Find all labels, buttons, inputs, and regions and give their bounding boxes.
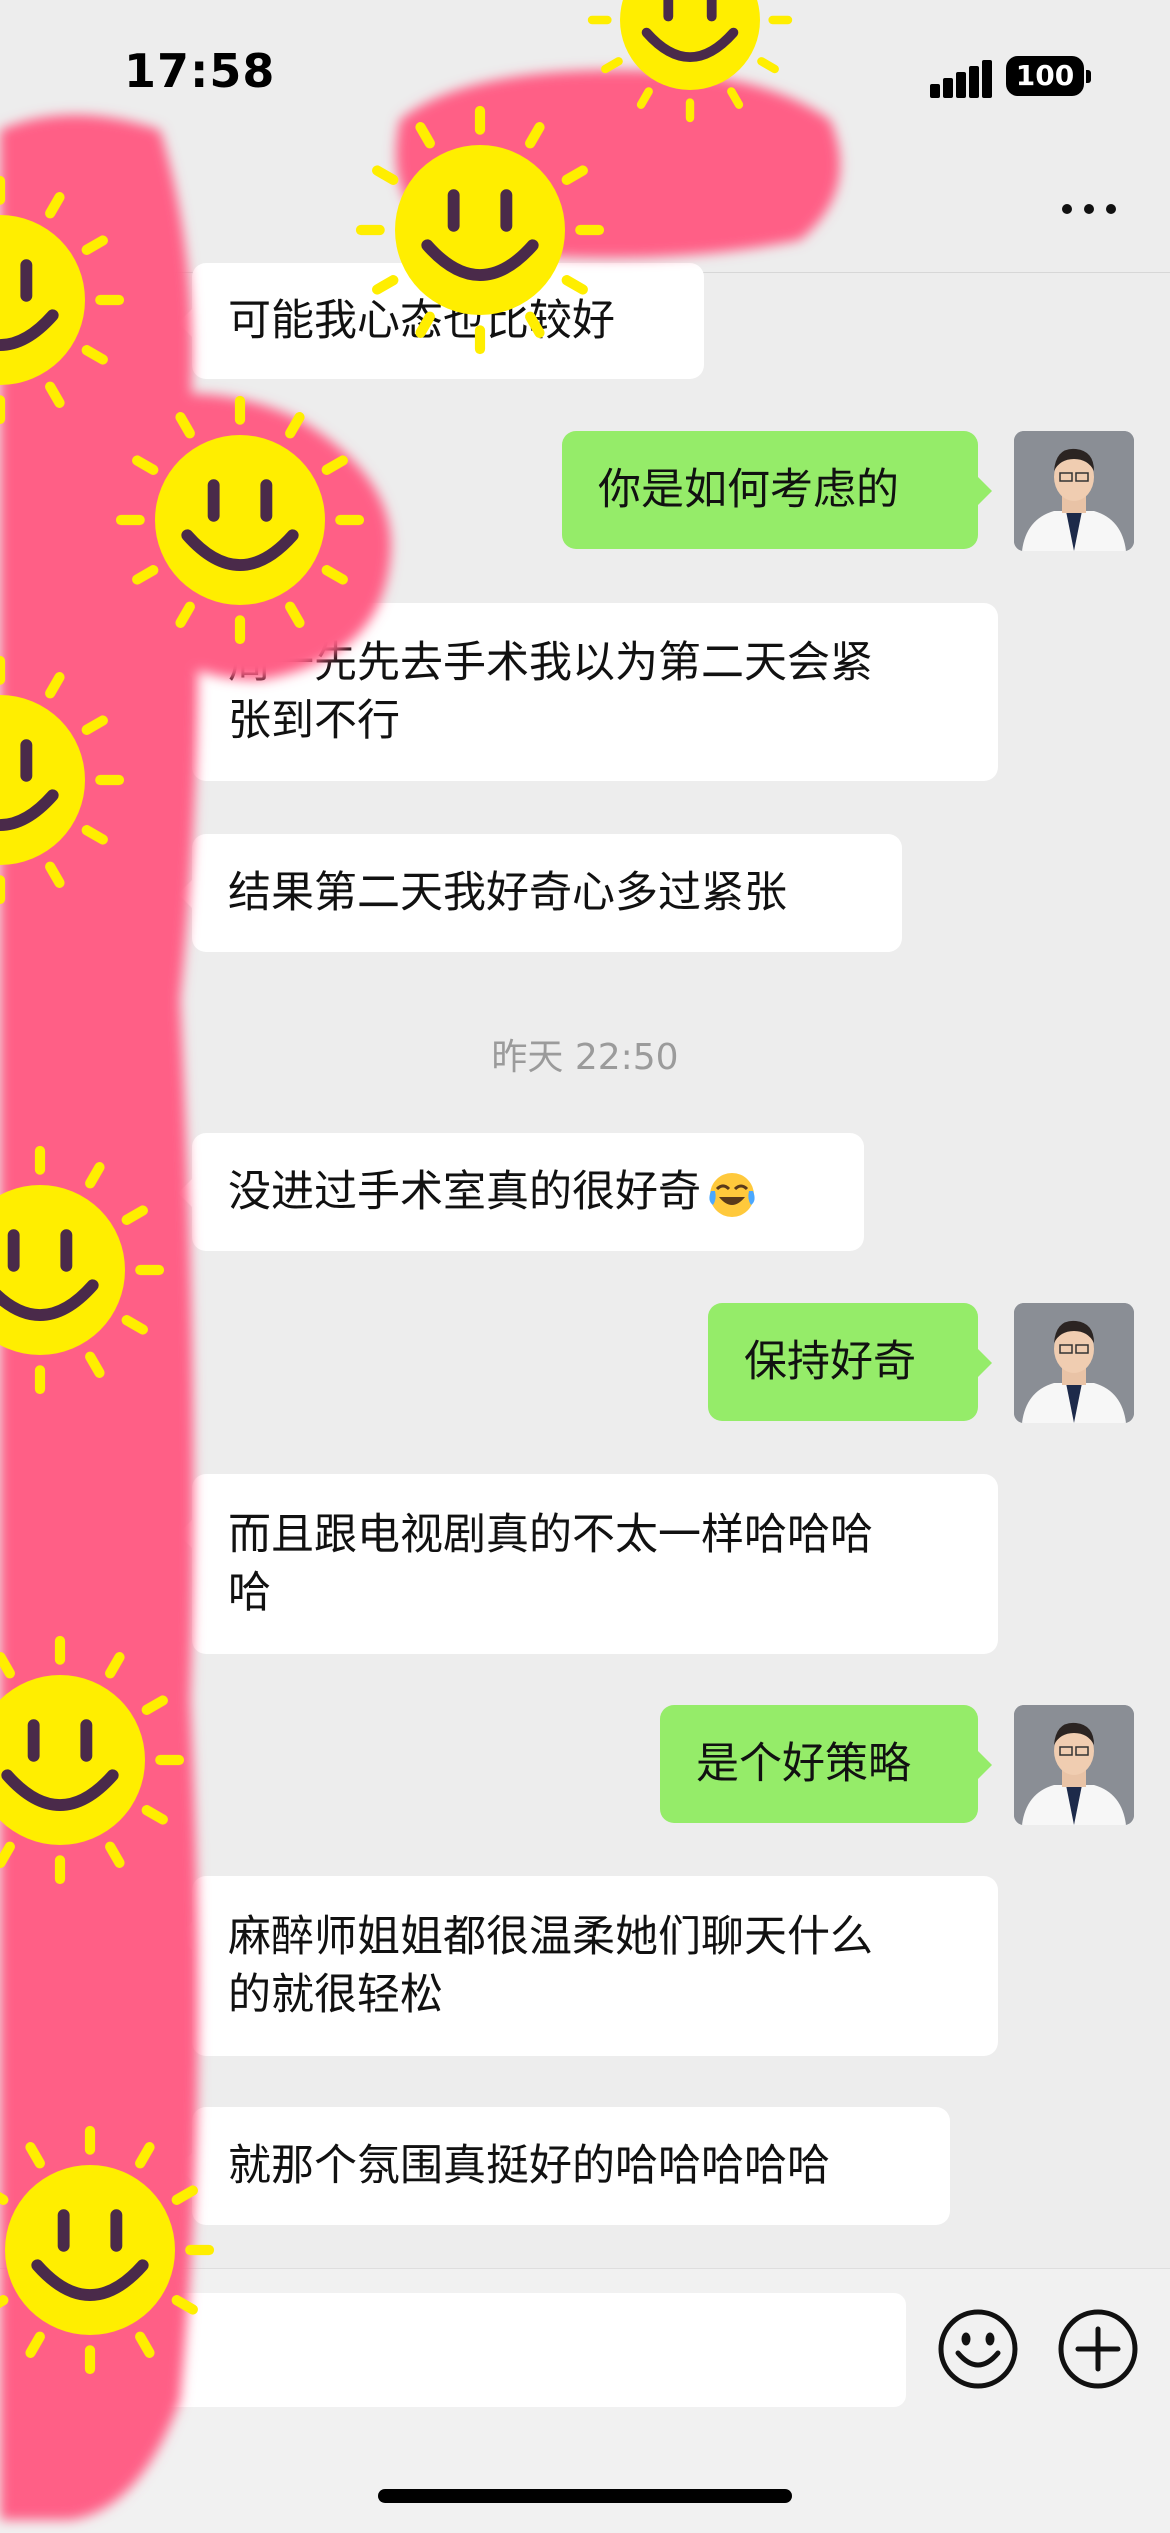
message-bubble-outgoing[interactable]: 是个好策略 <box>660 1705 992 1823</box>
message-bubble-incoming[interactable]: 麻醉师姐姐都很温柔她们聊天什么 的就很轻松 <box>178 1876 998 2056</box>
chat-header: 陈 <box>0 150 1170 273</box>
plus-circle-icon[interactable] <box>1056 2307 1140 2391</box>
home-indicator[interactable] <box>378 2489 792 2503</box>
avatar[interactable] <box>1014 1303 1134 1423</box>
chat-title[interactable]: 陈 <box>0 178 1170 236</box>
message-text: 结果第二天我好奇心多过紧张 <box>228 868 787 918</box>
message-text: 哈 <box>228 1568 271 1618</box>
message-text: 张到不行 <box>228 696 400 746</box>
avatar[interactable] <box>1014 1705 1134 1825</box>
message-bubble-outgoing[interactable]: 你是如何考虑的 <box>562 431 992 549</box>
message-text: 没进过手术室真的很好奇 <box>228 1163 828 1222</box>
avatar[interactable] <box>1014 431 1134 551</box>
battery-icon: 100 <box>1006 56 1084 96</box>
message-text: 是个好策略 <box>696 1739 911 1789</box>
message-text: 麻醉师姐姐都很温柔她们聊天什么 <box>228 1912 873 1962</box>
battery-tip <box>1086 70 1091 83</box>
status-bar: 17:58 100 <box>0 0 1170 150</box>
message-bubble-outgoing[interactable]: 保持好奇 <box>708 1303 992 1421</box>
message-text: 周一先先去手术我以为第二天会紧 <box>228 638 873 688</box>
message-timestamp: 昨天 22:50 <box>491 1037 679 1078</box>
tears-of-joy-emoji <box>709 1173 755 1218</box>
status-time: 17:58 <box>124 44 276 98</box>
message-text: 你是如何考虑的 <box>598 465 899 515</box>
message-text: 就那个氛围真挺好的哈哈哈哈哈 <box>228 2141 830 2191</box>
message-bubble-incoming[interactable]: 而且跟电视剧真的不太一样哈哈哈 哈 <box>178 1474 998 1654</box>
message-bubble-incoming[interactable]: 周一先先去手术我以为第二天会紧 张到不行 <box>178 603 998 781</box>
message-bubble-incoming[interactable]: 可能我心态也比较好 <box>178 263 704 379</box>
more-dots-icon[interactable] <box>1060 200 1120 220</box>
message-text: 可能我心态也比较好 <box>228 296 615 346</box>
message-text: 的就很轻松 <box>228 1970 443 2020</box>
message-bubble-incoming[interactable]: 没进过手术室真的很好奇 <box>178 1133 864 1251</box>
message-text: 保持好奇 <box>744 1337 916 1387</box>
signal-icon <box>930 60 992 98</box>
message-input[interactable] <box>150 2293 906 2407</box>
smiley-face-icon[interactable] <box>936 2307 1020 2391</box>
message-bubble-incoming[interactable]: 就那个氛围真挺好的哈哈哈哈哈 <box>178 2107 950 2225</box>
message-bubble-incoming[interactable]: 结果第二天我好奇心多过紧张 <box>178 834 902 952</box>
message-text: 而且跟电视剧真的不太一样哈哈哈 <box>228 1510 873 1560</box>
